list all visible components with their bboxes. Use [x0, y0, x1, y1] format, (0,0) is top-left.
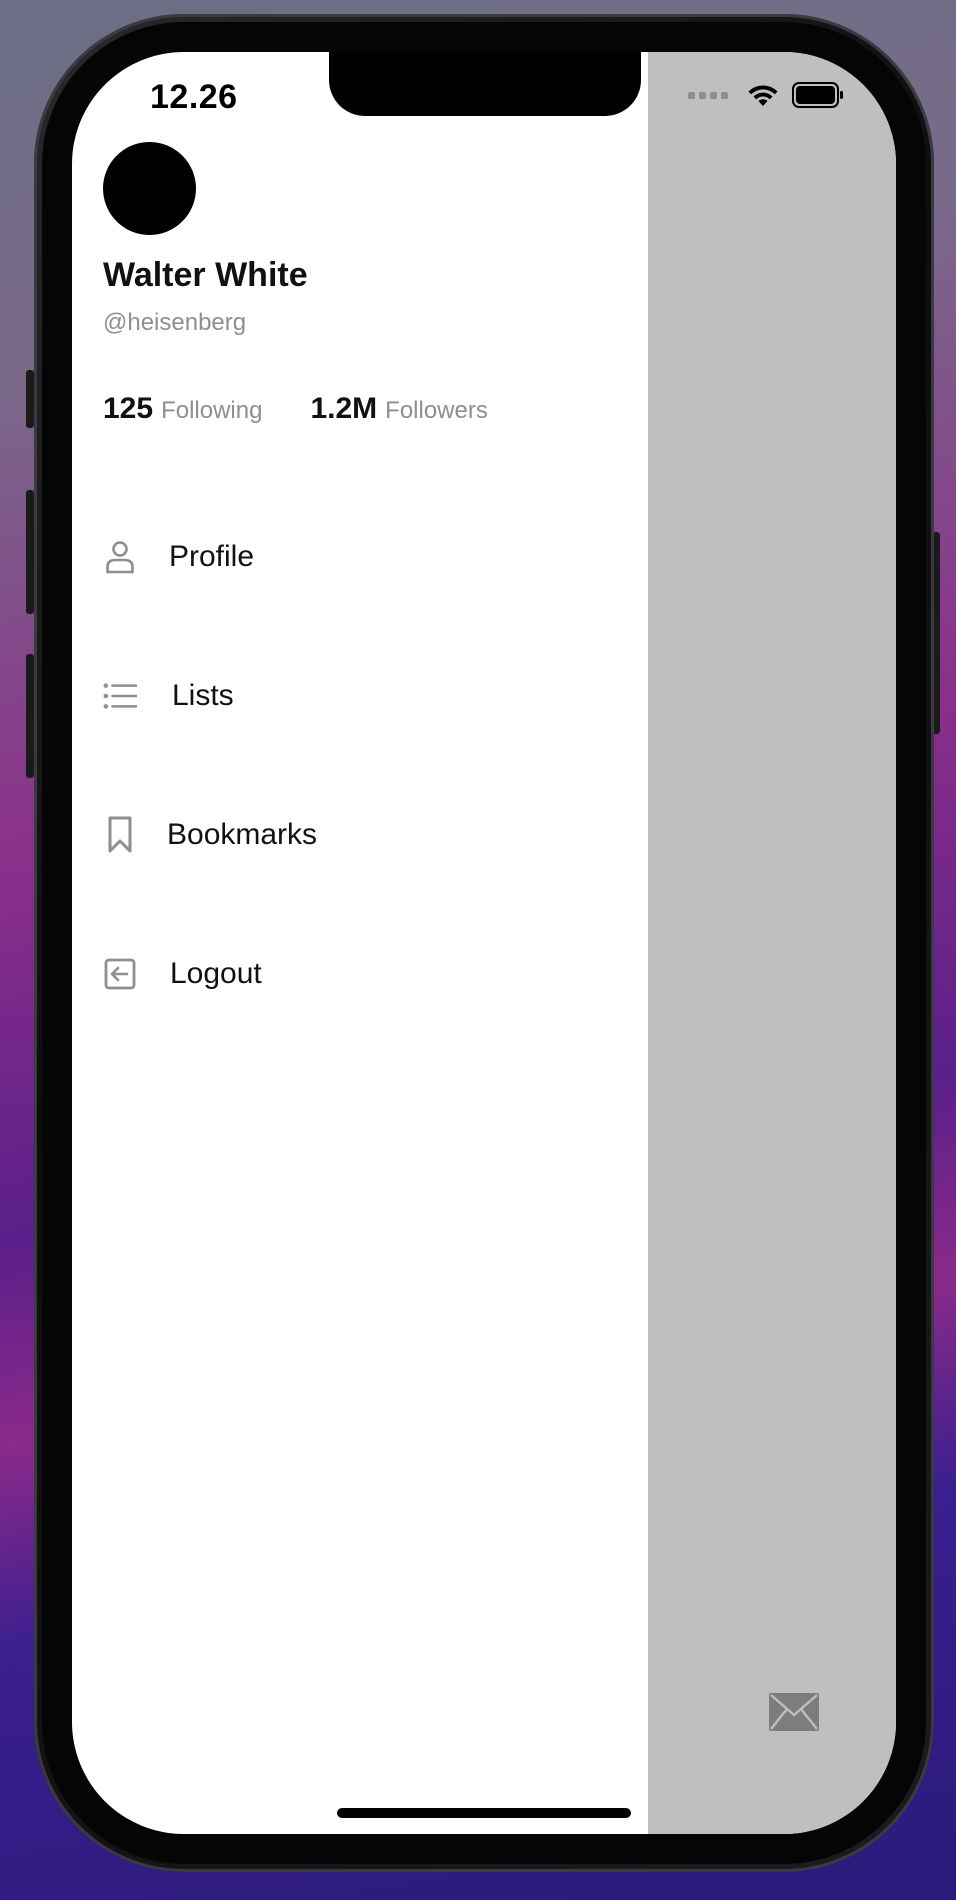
menu-item-label: Lists — [172, 679, 234, 712]
cellular-signal-icon — [688, 91, 728, 99]
list-icon — [103, 679, 137, 713]
volume-up-button — [26, 490, 34, 614]
menu-item-profile[interactable]: Profile — [103, 540, 254, 574]
logout-icon — [103, 957, 137, 991]
menu-item-lists[interactable]: Lists — [103, 679, 234, 713]
menu-item-bookmarks[interactable]: Bookmarks — [103, 816, 318, 853]
bookmark-icon — [103, 816, 137, 853]
menu-item-label: Bookmarks — [167, 818, 318, 851]
home-indicator[interactable] — [337, 1808, 631, 1818]
profile-name: Walter White — [103, 256, 308, 294]
volume-down-button — [26, 654, 34, 778]
notch — [329, 52, 641, 116]
profile-handle: @heisenberg — [103, 309, 247, 336]
avatar[interactable] — [103, 142, 196, 235]
following-count[interactable]: 125 — [103, 392, 153, 426]
phone-screen: 12.26 Walter White @heisenberg 125 Follo… — [72, 52, 896, 1834]
menu-item-label: Logout — [170, 957, 262, 990]
follow-stats: 125 Following 1.2M Followers — [103, 392, 488, 426]
wifi-icon — [748, 85, 778, 106]
dimmed-main-content[interactable] — [648, 52, 896, 1834]
battery-icon — [792, 82, 843, 108]
following-label[interactable]: Following — [161, 397, 262, 425]
new-message-button[interactable] — [768, 1692, 820, 1732]
silent-switch — [26, 370, 34, 428]
mail-icon — [769, 1693, 819, 1731]
status-icons — [688, 82, 844, 108]
status-time: 12.26 — [150, 78, 238, 116]
menu-item-logout[interactable]: Logout — [103, 957, 262, 991]
person-icon — [103, 540, 137, 574]
followers-count[interactable]: 1.2M — [310, 392, 377, 426]
menu-item-label: Profile — [169, 540, 255, 573]
followers-label[interactable]: Followers — [385, 397, 488, 425]
